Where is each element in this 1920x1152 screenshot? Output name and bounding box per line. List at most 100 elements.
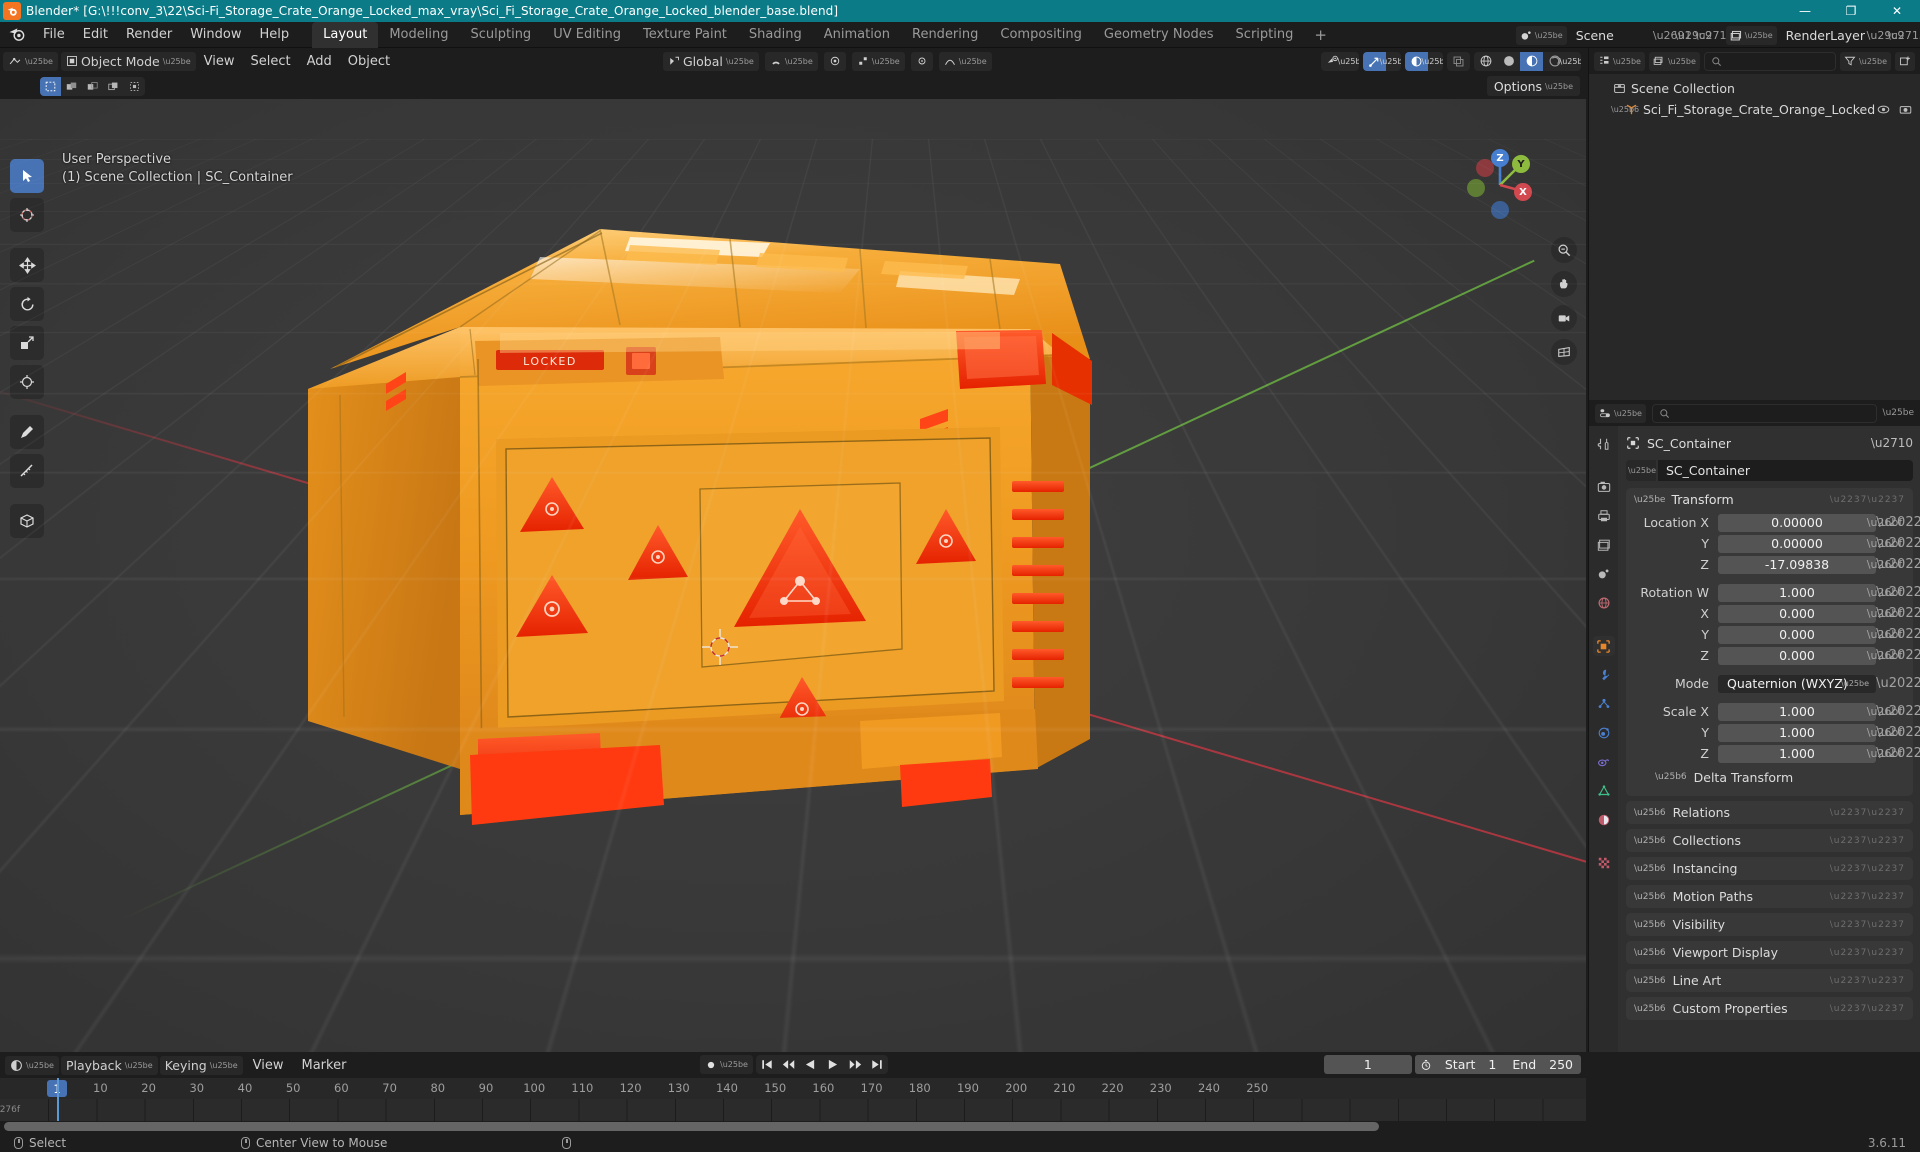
properties-editor-type-button[interactable]: \u25be: [1595, 403, 1646, 423]
tab-geometry-nodes[interactable]: Geometry Nodes: [1093, 22, 1225, 48]
animate-dot-icon[interactable]: \u2022: [1876, 746, 1920, 761]
animate-dot-icon[interactable]: \u2022: [1876, 648, 1920, 663]
select-extend-icon[interactable]: [61, 77, 82, 96]
animate-dot-icon[interactable]: \u2022: [1876, 536, 1920, 551]
pin-icon[interactable]: \u2710: [1871, 436, 1913, 450]
animate-dot-icon[interactable]: \u2022: [1876, 676, 1920, 691]
close-button[interactable]: ✕: [1874, 0, 1920, 22]
transform-tool-button[interactable]: [10, 365, 44, 399]
jump-to-end-button[interactable]: [866, 1055, 888, 1074]
timeline-horizontal-scrollbar[interactable]: [4, 1122, 1379, 1131]
animate-dot-icon[interactable]: \u2022: [1876, 704, 1920, 719]
animate-dot-icon[interactable]: \u2022: [1876, 725, 1920, 740]
play-button[interactable]: [822, 1055, 844, 1074]
tab-view-layer[interactable]: [1593, 535, 1615, 555]
animate-dot-icon[interactable]: \u2022: [1876, 585, 1920, 600]
view-layer-name-field[interactable]: RenderLayer: [1778, 25, 1874, 45]
interaction-mode-dropdown[interactable]: Object Mode \u25be: [60, 51, 196, 71]
properties-search-input[interactable]: [1651, 403, 1877, 423]
viewport-menu-select[interactable]: Select: [243, 51, 299, 72]
timeline-menu-playback[interactable]: Playback \u25be: [60, 1055, 158, 1075]
tab-world[interactable]: [1593, 593, 1615, 613]
delete-view-layer-icon[interactable]: \u2715: [1887, 26, 1920, 45]
zoom-icon[interactable]: [1551, 237, 1577, 263]
tab-physics[interactable]: [1593, 723, 1615, 743]
tab-compositing[interactable]: Compositing: [989, 22, 1093, 48]
measure-tool-button[interactable]: [10, 454, 44, 488]
tab-texture[interactable]: [1593, 853, 1615, 873]
tab-scene[interactable]: [1593, 564, 1615, 584]
visibility-dropdown-chevron[interactable]: \u25be: [1338, 52, 1359, 71]
menu-help[interactable]: Help: [251, 24, 299, 45]
properties-editor[interactable]: \u25be \u25be SC_Container \u2710 \u25be…: [1588, 400, 1920, 1052]
add-cube-tool-button[interactable]: [10, 504, 44, 538]
tab-shading[interactable]: Shading: [738, 22, 813, 48]
location-z-value[interactable]: -17.09838: [1718, 555, 1876, 574]
rotation-z-value[interactable]: 0.000: [1718, 646, 1876, 665]
rotation-mode-dropdown[interactable]: Quaternion (WXYZ) \u25be: [1718, 674, 1876, 693]
annotate-tool-button[interactable]: [10, 415, 44, 449]
tab-particles[interactable]: [1593, 694, 1615, 714]
tab-output[interactable]: [1593, 506, 1615, 526]
outliner-editor-type-button[interactable]: \u25be: [1594, 51, 1645, 71]
outliner-filter-icon[interactable]: \u25be: [1840, 51, 1891, 71]
menu-render[interactable]: Render: [117, 24, 181, 45]
gizmo-axis-z[interactable]: Z: [1491, 149, 1509, 167]
shading-dropdown-chevron[interactable]: \u25be: [1560, 52, 1581, 71]
select-difference-icon[interactable]: [124, 77, 145, 96]
select-mode-group[interactable]: [40, 77, 145, 96]
object-data-browse-icon[interactable]: \u25be: [1626, 460, 1656, 481]
rotation-w-value[interactable]: 1.000: [1718, 583, 1876, 602]
select-box-icon[interactable]: [40, 77, 61, 96]
timeline-menu-keying[interactable]: Keying \u25be: [159, 1055, 243, 1075]
menu-window[interactable]: Window: [181, 24, 250, 45]
overlays-group[interactable]: \u25be: [1405, 51, 1443, 71]
proportional-falloff-icon[interactable]: \u25be: [938, 51, 992, 71]
proportional-edit-icon[interactable]: [823, 51, 846, 71]
shading-wireframe-icon[interactable]: [1474, 52, 1497, 71]
select-subtract-icon[interactable]: [82, 77, 103, 96]
timeline-menu-marker[interactable]: Marker: [294, 1055, 355, 1076]
cursor-tool-button[interactable]: [10, 198, 44, 232]
gizmo-axis-y-neg[interactable]: [1467, 179, 1485, 197]
scale-y-value[interactable]: 1.000: [1718, 723, 1876, 742]
minimize-button[interactable]: —: [1782, 0, 1828, 22]
scale-tool-button[interactable]: [10, 326, 44, 360]
tab-rendering[interactable]: Rendering: [901, 22, 989, 48]
gizmo-axis-x-neg[interactable]: [1476, 159, 1494, 177]
navigation-gizmo[interactable]: Z Y X: [1464, 149, 1536, 221]
properties-header-chevron[interactable]: \u25be: [1883, 408, 1914, 418]
tab-layout[interactable]: Layout: [312, 21, 379, 48]
hand-pan-icon[interactable]: [1551, 271, 1577, 297]
timeline-channel-toggle[interactable]: \u276f: [0, 1099, 20, 1121]
delete-scene-icon[interactable]: \u2715: [1695, 26, 1734, 45]
panel-custom-properties[interactable]: \u25b6 Custom Properties \u2237\u2237: [1626, 997, 1913, 1020]
end-frame-field[interactable]: End 250: [1504, 1055, 1581, 1074]
3d-viewport[interactable]: \u25be Object Mode \u25be View Select Ad…: [0, 48, 1586, 1052]
snap-target-icon[interactable]: [910, 51, 933, 71]
toggle-xray-icon[interactable]: [1447, 52, 1470, 71]
snapping-magnet-icon[interactable]: \u25be: [764, 51, 818, 71]
panel-viewport-display[interactable]: \u25b6 Viewport Display \u2237\u2237: [1626, 941, 1913, 964]
tab-modifiers[interactable]: [1593, 665, 1615, 685]
expand-triangle-icon[interactable]: \u25b6: [1611, 105, 1639, 114]
camera-view-icon[interactable]: [1551, 305, 1577, 331]
shading-modes-group[interactable]: \u25be: [1474, 51, 1581, 71]
panel-instancing[interactable]: \u25b6 Instancing \u2237\u2237: [1626, 857, 1913, 880]
location-y-value[interactable]: 0.00000: [1718, 534, 1876, 553]
rotation-x-value[interactable]: 0.000: [1718, 604, 1876, 623]
gizmo-group[interactable]: \u25be: [1363, 51, 1401, 71]
panel-relations[interactable]: \u25b6 Relations \u2237\u2237: [1626, 801, 1913, 824]
delta-transform-subpanel[interactable]: \u25b6 Delta Transform: [1634, 766, 1905, 788]
timeline-menu-view[interactable]: View: [245, 1055, 292, 1076]
panel-line-art[interactable]: \u25b6 Line Art \u2237\u2237: [1626, 969, 1913, 992]
move-tool-button[interactable]: [10, 248, 44, 282]
timeline-playhead[interactable]: [57, 1078, 59, 1121]
auto-keying-toggle[interactable]: \u25be: [700, 1055, 753, 1074]
viewport-menu-object[interactable]: Object: [340, 51, 398, 72]
gizmo-axis-y[interactable]: Y: [1512, 155, 1530, 173]
outliner-row-scene-collection[interactable]: Scene Collection: [1589, 78, 1920, 99]
menu-edit[interactable]: Edit: [74, 24, 117, 45]
viewport-menu-view[interactable]: View: [196, 51, 243, 72]
panel-collections[interactable]: \u25b6 Collections \u2237\u2237: [1626, 829, 1913, 852]
